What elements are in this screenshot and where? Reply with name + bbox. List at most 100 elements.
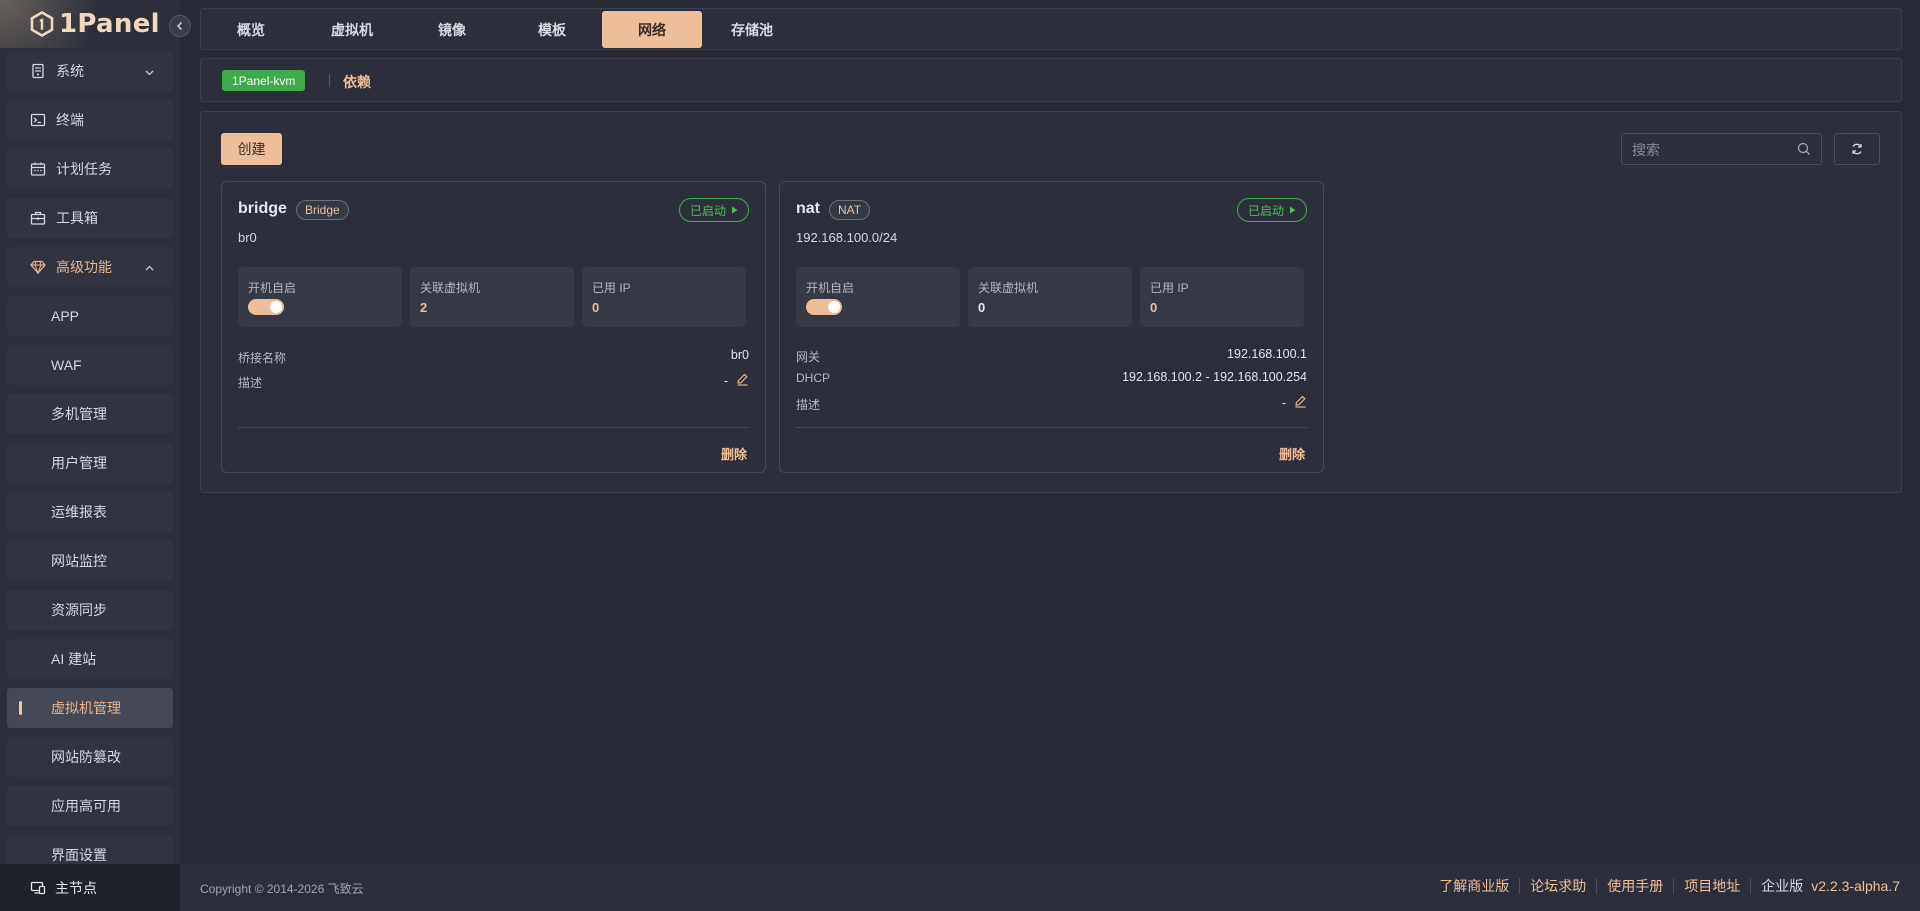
sidebar-item-resource-sync[interactable]: 资源同步 [7,590,173,630]
server-icon [29,62,47,80]
footer-link-manual[interactable]: 使用手册 [1596,878,1673,894]
status-label: 已启动 [689,203,726,218]
logo-text: 1Panel [59,9,160,39]
tab-images[interactable]: 镜像 [402,11,502,48]
toolbox-icon [29,209,47,227]
terminal-icon [29,111,47,129]
footer: Copyright © 2014-2026 飞致云 了解商业版 论坛求助 使用手… [180,864,1920,911]
stat-label: 已用 IP [1150,281,1189,295]
sidebar-item-high-availability[interactable]: 应用高可用 [7,786,173,826]
sidebar-item-label: 用户管理 [51,455,107,471]
tab-vms[interactable]: 虚拟机 [302,11,402,48]
refresh-icon [1852,143,1862,155]
copyright-text: Copyright © 2014-2026 飞致云 [200,882,364,896]
sidebar-item-toolbox[interactable]: 工具箱 [7,198,173,238]
create-button[interactable]: 创建 [221,133,282,165]
toggle-knob [828,301,840,313]
stat-value[interactable]: 0 [592,300,599,315]
dependencies-link[interactable]: 依赖 [343,72,371,92]
status-button[interactable]: 已启动 [1236,198,1307,222]
sidebar-item-label: 虚拟机管理 [51,700,121,716]
status-button[interactable]: 已启动 [678,198,749,222]
sidebar-item-system[interactable]: 系统 [7,51,173,91]
sidebar-item-users[interactable]: 用户管理 [7,443,173,483]
app-status-bar: 1Panel-kvm 依赖 [200,58,1902,102]
stat-value[interactable]: 2 [420,300,427,315]
sidebar-item-label: 界面设置 [51,847,107,863]
sidebar-item-label: 应用高可用 [51,798,121,814]
logo-area: 1Panel [0,0,180,48]
sidebar-item-cron[interactable]: 计划任务 [7,149,173,189]
footer-link-forum[interactable]: 论坛求助 [1519,878,1596,894]
sidebar-item-multi-host[interactable]: 多机管理 [7,394,173,434]
sidebar-item-terminal[interactable]: 终端 [7,100,173,140]
divider [238,427,749,428]
edit-icon[interactable] [736,373,749,389]
autostart-toggle[interactable] [806,299,842,315]
stat-label: 已用 IP [592,281,631,295]
tab-overview[interactable]: 概览 [201,11,301,48]
divider [796,427,1307,428]
network-subtitle: br0 [238,230,257,245]
delete-button[interactable]: 删除 [1279,444,1305,463]
stat-autostart: 开机自启 [238,267,402,327]
sidebar-item-reports[interactable]: 运维报表 [7,492,173,532]
tab-network[interactable]: 网络 [602,11,702,48]
info-key: DHCP [796,371,831,385]
search-box [1621,133,1822,165]
info-value: br0 [730,348,749,362]
logo[interactable]: 1Panel [29,9,160,39]
calendar-icon [29,160,47,178]
info-value: - [1281,396,1286,410]
sidebar-item-tamper-proof[interactable]: 网站防篡改 [7,737,173,777]
stat-value: 0 [978,300,986,315]
refresh-button[interactable] [1834,133,1880,165]
sidebar-item-site-monitor[interactable]: 网站监控 [7,541,173,581]
master-node-switcher[interactable]: 主节点 [0,864,180,911]
info-row-dhcp: DHCP 192.168.100.2 - 192.168.100.254 [796,369,1307,387]
info-value: 192.168.100.1 [1227,347,1307,361]
footer-link-commercial[interactable]: 了解商业版 [1429,878,1519,894]
stat-used-ip: 已用 IP 0 [582,267,746,327]
master-node-label: 主节点 [55,879,97,896]
divider [329,74,330,87]
footer-link-project[interactable]: 项目地址 [1673,878,1750,894]
version-info[interactable]: 企业版 v2.2.3-alpha.7 [1750,878,1900,894]
tab-storage-pool[interactable]: 存储池 [702,11,802,48]
chevron-left-icon [177,22,182,30]
stat-autostart: 开机自启 [796,267,960,327]
stat-label: 关联虚拟机 [978,281,1039,295]
version-label: v2.2.3-alpha.7 [1811,878,1900,894]
info-key: 描述 [238,376,263,390]
search-icon[interactable] [1797,142,1811,159]
sidebar-item-waf[interactable]: WAF [7,345,173,385]
edition-label: 企业版 [1761,878,1804,894]
active-indicator [19,701,22,715]
toggle-knob [270,301,282,313]
sidebar-item-vm-management[interactable]: 虚拟机管理 [7,688,173,728]
edit-icon[interactable] [1294,395,1307,411]
stat-label: 关联虚拟机 [420,281,481,295]
sidebar-item-advanced[interactable]: 高级功能 [7,247,173,287]
sidebar-item-label: 运维报表 [51,504,107,520]
network-card: nat NAT 192.168.100.0/24 已启动 开机自启 关联虚拟机 … [779,181,1324,473]
sidebar-item-label: 网站防篡改 [51,749,121,765]
stat-value[interactable]: 0 [1150,300,1157,315]
info-row-description: 描述 - [796,394,1307,412]
network-subtitle: 192.168.100.0/24 [796,230,898,245]
sidebar-item-label: APP [51,308,80,324]
network-card: bridge Bridge br0 已启动 开机自启 关联虚拟机 2 已用 IP… [221,181,766,473]
sidebar-item-label: 终端 [56,112,84,128]
stat-label: 开机自启 [248,281,297,295]
network-type-badge: NAT [829,200,871,220]
sidebar-item-ai-site[interactable]: AI 建站 [7,639,173,679]
sidebar-item-app[interactable]: APP [7,296,173,336]
autostart-toggle[interactable] [248,299,284,315]
collapse-sidebar-button[interactable] [169,15,191,37]
network-name: bridge [238,200,287,217]
tab-templates[interactable]: 模板 [502,11,602,48]
play-icon [1290,206,1296,214]
search-input[interactable] [1632,140,1792,160]
sidebar-item-label: 系统 [56,63,84,79]
delete-button[interactable]: 删除 [721,444,747,463]
